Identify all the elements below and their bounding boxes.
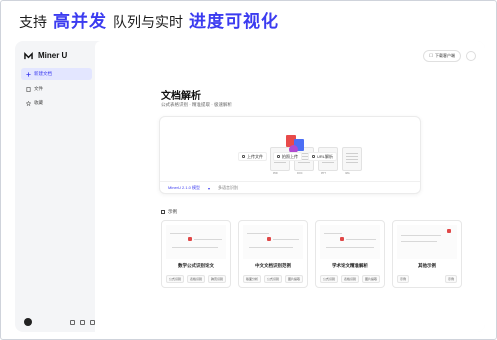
example-card[interactable]: 中文文档识别范例 版面分析 公式识别 图片提取	[238, 220, 308, 288]
example-tag: 图片提取	[284, 275, 303, 283]
examples-heading: 示例	[161, 209, 177, 215]
sidebar-item-label: 收藏	[34, 100, 43, 105]
apple-icon: 	[429, 53, 433, 59]
example-card[interactable]: 学术论文精准解析 公式识别 表格识别 图片提取	[315, 220, 385, 288]
file-icon	[26, 86, 31, 92]
example-thumbnail	[166, 225, 226, 259]
photo-upload-button[interactable]: 拍照上传	[273, 152, 302, 161]
sidebar-item-label: 文件	[34, 86, 43, 91]
app-window: Miner U 新建文档 文件 收藏 下载客户端 文档解析 公式表格识别 · 精…	[15, 41, 485, 332]
example-tag: 公式识别	[166, 275, 185, 283]
download-client-button[interactable]:  下载客户端	[423, 50, 461, 62]
example-card[interactable]: 数学公式识别论文 公式识别 表格识别 跨页识别	[161, 220, 231, 288]
img-doc-icon: IMG	[342, 147, 362, 175]
sidebar-footer	[24, 318, 95, 326]
banner-highlight-2: 进度可视化	[189, 12, 279, 31]
page-subtitle: 公式表格识别 · 精准提取 · 极速解析	[161, 102, 232, 107]
example-tag: 示例	[397, 275, 410, 283]
example-tag: 示例	[444, 275, 457, 283]
example-tag: 公式识别	[320, 275, 339, 283]
example-tag: 表格识别	[186, 275, 205, 283]
scroll-fade	[465, 211, 485, 301]
grid-icon	[161, 210, 165, 214]
card-divider	[160, 181, 420, 182]
model-select[interactable]: MinerU 2.1.0 模型	[168, 185, 200, 191]
plus-icon	[26, 71, 31, 77]
camera-icon	[277, 155, 280, 158]
example-thumbnail	[397, 225, 457, 259]
example-tag: 图片提取	[361, 275, 380, 283]
example-tag: 公式识别	[263, 275, 282, 283]
example-title: 学术论文精准解析	[332, 263, 368, 268]
example-title: 数学公式识别论文	[178, 263, 214, 268]
example-tag: 表格识别	[340, 275, 359, 283]
main-content:  下载客户端 文档解析 公式表格识别 · 精准提取 · 极速解析 PDF DO…	[95, 41, 485, 332]
example-tag: 跨页识别	[207, 275, 226, 283]
github-icon[interactable]	[70, 319, 75, 325]
example-thumbnail	[243, 225, 303, 259]
sidebar: Miner U 新建文档 文件 收藏	[15, 41, 95, 332]
upload-actions: 上传文件 拍照上传 URL解析	[238, 152, 338, 161]
upload-icon	[242, 155, 245, 158]
sidebar-item-new-doc[interactable]: 新建文档	[21, 68, 92, 80]
banner-text-1: 支持	[19, 14, 47, 30]
language-option[interactable]: 多语言识别	[218, 185, 238, 191]
link-icon	[312, 155, 315, 158]
example-title: 中文文档识别范例	[255, 263, 291, 268]
page-title: 文档解析	[161, 91, 201, 102]
sidebar-item-favorites[interactable]: 收藏	[21, 97, 92, 109]
example-card[interactable]: 其他示例 示例 示例	[392, 220, 462, 288]
sidebar-item-label: 新建文档	[34, 71, 52, 76]
upload-options: MinerU 2.1.0 模型 ▾ 多语言识别	[168, 185, 238, 191]
example-thumbnail	[320, 225, 380, 259]
upload-dropzone[interactable]: PDF DOC PPT IMG 上传文件 拍照上传 URL解析 MinerU 2…	[159, 116, 421, 194]
star-icon	[25, 100, 32, 106]
banner-highlight-1: 高并发	[53, 12, 107, 31]
app-logo[interactable]: Miner U	[24, 51, 67, 60]
sidebar-item-files[interactable]: 文件	[21, 83, 92, 95]
notification-bell-icon[interactable]	[466, 51, 476, 61]
avatar[interactable]	[24, 318, 32, 326]
download-client-label: 下载客户端	[435, 53, 455, 58]
example-tag: 版面分析	[243, 275, 262, 283]
example-title: 其他示例	[418, 263, 436, 268]
url-parse-button[interactable]: URL解析	[308, 152, 338, 161]
language-icon[interactable]	[80, 319, 85, 325]
promo-banner: 支持 高并发 队列与实时 进度可视化	[19, 7, 279, 31]
logo-icon	[24, 51, 33, 59]
upload-file-button[interactable]: 上传文件	[238, 152, 267, 161]
chevron-down-icon[interactable]: ▾	[208, 186, 210, 191]
banner-text-2: 队列与实时	[113, 14, 183, 30]
app-name: Miner U	[38, 51, 68, 60]
